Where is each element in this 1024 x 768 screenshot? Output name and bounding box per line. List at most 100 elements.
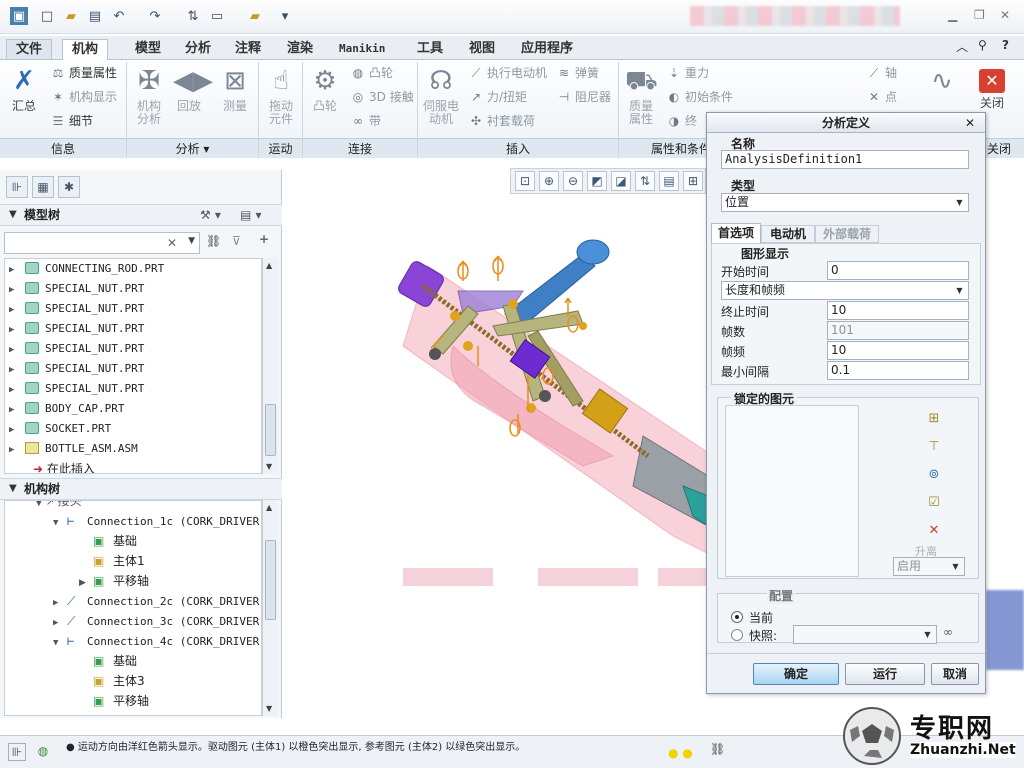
min-interval-field[interactable]: 0.1 <box>827 361 969 380</box>
scroll-down-icon[interactable]: ▼ <box>266 704 272 713</box>
connection-row[interactable]: ▶ ⟋ Connection_2c (CORK_DRIVER) <box>53 591 261 613</box>
detail-button[interactable]: ☰ 细节 <box>50 112 93 130</box>
cancel-button[interactable]: 取消 <box>931 663 979 685</box>
search-dropdown-icon[interactable]: ▼ <box>188 236 195 246</box>
undo-icon[interactable]: ↶ <box>110 7 128 25</box>
joints-row[interactable]: ▼ ↗ 接头 <box>35 501 81 511</box>
regenerate-icon[interactable]: ⇅ <box>184 7 202 25</box>
scroll-down-icon[interactable]: ▼ <box>266 462 272 471</box>
zoom-in-icon[interactable]: ⊕ <box>539 171 559 191</box>
tab-manikin[interactable]: Manikin <box>330 39 394 60</box>
mech-display-button[interactable]: ✶ 机构显示 <box>50 88 117 106</box>
measure-button[interactable]: ⊠ 测量 <box>212 66 258 113</box>
playback-button[interactable]: ◀▶ 回放 <box>166 66 213 113</box>
ok-button[interactable]: 确定 <box>753 663 839 685</box>
expand-icon[interactable]: ▶ <box>53 593 65 613</box>
expand-icon[interactable]: ▶ <box>9 260 21 280</box>
tree-search-input[interactable]: ✕ ▼ <box>4 232 200 254</box>
tab-analysis[interactable]: 分析 <box>176 39 220 60</box>
lock-enable-icon[interactable]: ☑ <box>923 493 945 513</box>
drag-component-button[interactable]: ☝ 拖动 元件 <box>258 66 304 126</box>
expand-icon[interactable]: ▶ <box>9 320 21 340</box>
belt-button[interactable]: ∞ 带 <box>350 112 381 130</box>
connection-row[interactable]: ▼ ⊢ Connection_1c (CORK_DRIVER) <box>53 511 261 533</box>
scroll-up-icon[interactable]: ▲ <box>266 261 272 270</box>
contact-3d-button[interactable]: ◎ 3D 接触 <box>350 88 414 106</box>
mech-subitem-row[interactable]: ▶ ▣ 平移轴 <box>79 571 149 591</box>
dialog-close-icon[interactable]: ✕ <box>965 116 975 130</box>
clear-search-icon[interactable]: ✕ <box>167 236 177 250</box>
mech-subitem-row[interactable]: ▣ 平移轴 <box>79 691 149 711</box>
point-button[interactable]: ✕ 点 <box>866 88 897 106</box>
insert-here-row[interactable]: ➜ 在此插入 <box>33 459 95 473</box>
help-icon[interactable]: ? <box>1002 38 1009 52</box>
redo-icon[interactable]: ↷ <box>146 7 164 25</box>
force-torque-button[interactable]: ↗ 力/扭矩 <box>468 88 527 106</box>
close-window-icon[interactable]: ▰ <box>246 7 264 25</box>
find-icon[interactable]: ⛓ <box>206 234 221 248</box>
start-time-field[interactable]: 0 <box>827 261 969 280</box>
gravity-button[interactable]: ⇣ 重力 <box>666 64 709 82</box>
collapse-ribbon-icon[interactable]: ︿ <box>956 38 968 55</box>
mech-subitem-row[interactable]: ▣ 基础 <box>79 651 137 671</box>
model-tree-row[interactable]: ▶ SPECIAL_NUT.PRT <box>9 359 144 379</box>
expand-icon[interactable]: ▶ <box>9 300 21 320</box>
tab-view[interactable]: 视图 <box>460 39 504 60</box>
model-tree-row[interactable]: ▶ SPECIAL_NUT.PRT <box>9 339 144 359</box>
servo-motor-button[interactable]: ☊ 伺服电 动机 <box>418 66 464 126</box>
preview-glasses-icon[interactable]: ∞ <box>943 625 953 639</box>
restore-icon[interactable]: ❐ <box>974 8 985 22</box>
locked-entities-list[interactable] <box>725 405 859 577</box>
mass-properties-button[interactable]: ⛟ 质量 属性 <box>618 66 664 126</box>
model-tree-header[interactable]: ▼ 模型树 ⚒ ▾ ▤ ▾ <box>0 204 282 226</box>
close-window-icon[interactable]: ✕ <box>1000 8 1010 22</box>
model-tree-row[interactable]: ▶ SPECIAL_NUT.PRT <box>9 379 144 399</box>
group-analysis-label[interactable]: 分析 ▾ <box>127 138 258 158</box>
mech-tree-header[interactable]: ▼ 机构树 <box>0 478 282 500</box>
graphics-viewport[interactable] <box>283 196 714 716</box>
sketch-button[interactable]: ∿ <box>922 66 962 100</box>
expand-icon[interactable]: ▶ <box>9 360 21 380</box>
tree-settings-icon[interactable]: ⚒ ▾ <box>200 205 221 225</box>
model-tree-row[interactable]: ▶ SPECIAL_NUT.PRT <box>9 319 144 339</box>
mech-subitem-row[interactable]: ▣ 基础 <box>79 531 137 551</box>
expand-icon[interactable]: ▼ <box>53 513 65 533</box>
find-icon[interactable]: ⛓ <box>710 742 725 756</box>
name-field[interactable]: AnalysisDefinition1 <box>721 150 969 169</box>
exec-motor-button[interactable]: ⟋ 执行电动机 <box>468 64 547 82</box>
tab-annotate[interactable]: 注释 <box>226 39 270 60</box>
lock-point-icon[interactable]: ⊚ <box>923 465 945 485</box>
lock-body-icon[interactable]: ⊞ <box>923 409 945 429</box>
help-search-icon[interactable]: ⚲ <box>978 38 987 52</box>
add-column-icon[interactable]: + <box>259 232 269 246</box>
axis-button[interactable]: ⟋ 轴 <box>866 64 897 82</box>
end-condition-button[interactable]: ◑ 终 <box>666 112 697 130</box>
tab-motors[interactable]: 电动机 <box>761 225 815 243</box>
tab-mechanism[interactable]: 机构 <box>62 39 109 61</box>
frame-rate-field[interactable]: 10 <box>827 341 969 360</box>
expand-icon[interactable]: ▶ <box>9 340 21 360</box>
connection-row[interactable]: ▼ ⊢ Connection_4c (CORK_DRIVER) <box>53 631 261 651</box>
gear-button[interactable]: ⚙ 凸轮 <box>302 66 348 113</box>
current-radio[interactable] <box>731 611 743 623</box>
bushing-load-button[interactable]: ✣ 衬套载荷 <box>468 112 535 130</box>
expand-icon[interactable]: ▶ <box>79 573 91 593</box>
damper-button[interactable]: ⊣ 阻尼器 <box>556 88 611 106</box>
mech-subitem-row[interactable]: ▣ 主体3 <box>79 671 145 691</box>
folder-browser-tab-icon[interactable]: ▦ <box>32 176 54 198</box>
saved-views-icon[interactable]: ⇅ <box>635 171 655 191</box>
datum-display-icon[interactable]: ⊞ <box>683 171 703 191</box>
summary-button[interactable]: ✗ 汇总 <box>4 66 44 113</box>
mode-select[interactable]: 长度和帧频 ▼ <box>721 281 969 300</box>
expand-icon[interactable]: ▶ <box>9 280 21 300</box>
mass-props-button[interactable]: ⚖ 质量属性 <box>50 64 117 82</box>
customize-toolbar-icon[interactable]: ▾ <box>276 7 294 25</box>
zoom-out-icon[interactable]: ⊖ <box>563 171 583 191</box>
model-tree-row[interactable]: ▶ BODY_CAP.PRT <box>9 399 124 419</box>
scroll-thumb[interactable] <box>265 404 276 456</box>
run-button[interactable]: 运行 <box>845 663 925 685</box>
filter-icon[interactable]: ⊽ <box>232 234 241 248</box>
refit-icon[interactable]: ⊡ <box>515 171 535 191</box>
tree-toggle-icon[interactable]: ⊪ <box>8 743 26 761</box>
initial-condition-button[interactable]: ◐ 初始条件 <box>666 88 733 106</box>
